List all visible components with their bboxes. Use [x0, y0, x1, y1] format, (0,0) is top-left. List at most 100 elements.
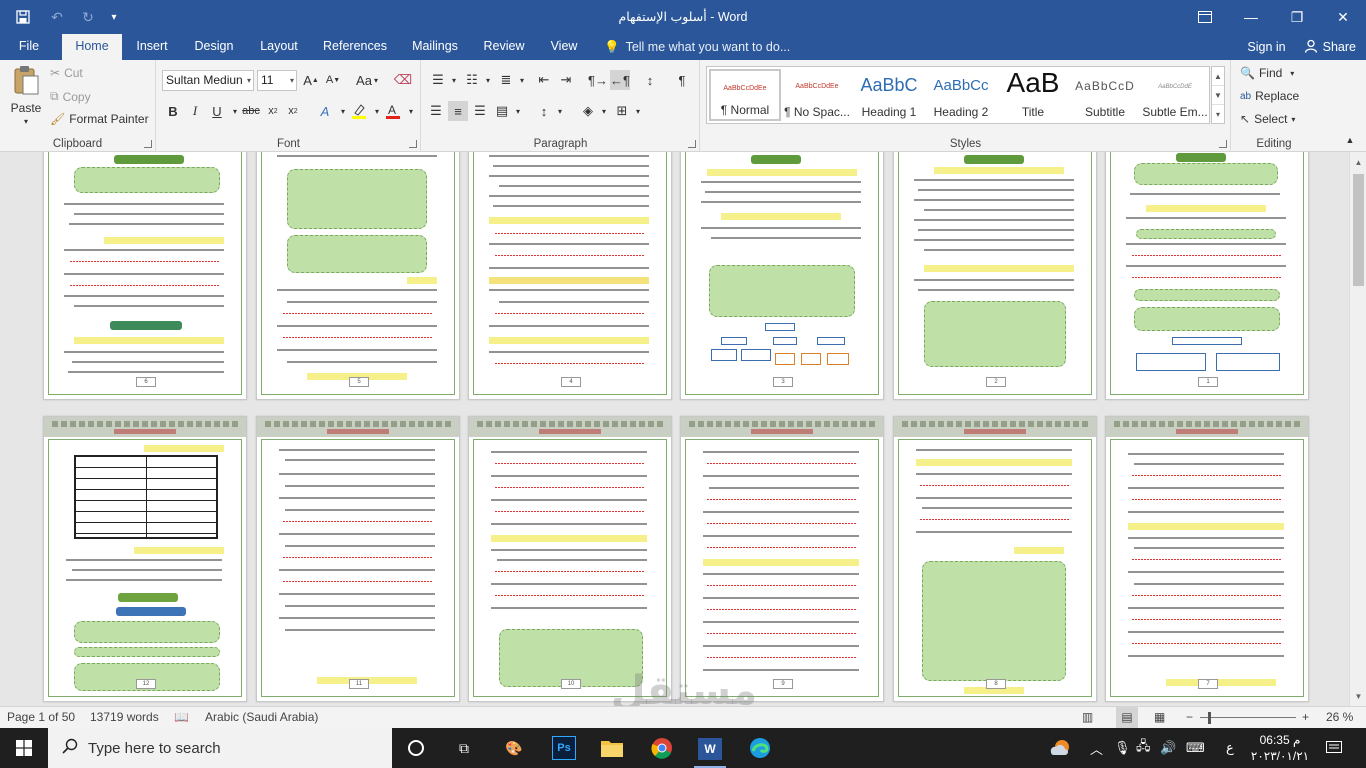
- restore-icon[interactable]: ❐: [1274, 0, 1320, 34]
- scroll-thumb[interactable]: [1353, 174, 1364, 286]
- tab-mailings[interactable]: Mailings: [404, 34, 466, 60]
- zoom-out-icon[interactable]: −: [1186, 707, 1193, 729]
- style-subtitle[interactable]: AaBbCcD Subtitle: [1069, 69, 1141, 121]
- page-thumbnail[interactable]: 7: [1105, 416, 1309, 702]
- tab-design[interactable]: Design: [188, 34, 240, 60]
- network-icon[interactable]: 🖧: [1136, 728, 1151, 768]
- replace-button[interactable]: ab Replace: [1240, 89, 1299, 103]
- clock[interactable]: 06:35 م ٢٠٢٣/٠١/٢١: [1246, 728, 1314, 768]
- line-spacing-dropdown-icon[interactable]: ▾: [550, 101, 570, 121]
- tab-file[interactable]: File: [8, 34, 50, 60]
- tell-me-box[interactable]: 💡 Tell me what you want to do...: [604, 34, 790, 60]
- page-thumbnail[interactable]: 1: [1105, 152, 1309, 400]
- tab-view[interactable]: View: [544, 34, 584, 60]
- volume-icon[interactable]: 🔊: [1160, 728, 1176, 768]
- styles-launcher-icon[interactable]: [1219, 140, 1227, 148]
- bold-icon[interactable]: B: [163, 101, 183, 121]
- page-thumbnail[interactable]: 12: [43, 416, 247, 702]
- weather-icon[interactable]: [1048, 728, 1072, 768]
- read-mode-icon[interactable]: ▥: [1082, 707, 1093, 729]
- collapse-ribbon-icon[interactable]: ▲: [1340, 130, 1360, 150]
- zoom-level[interactable]: 26 %: [1326, 707, 1353, 729]
- paint-app-icon[interactable]: 🎨: [498, 732, 530, 764]
- justify-dropdown-icon[interactable]: ▾: [508, 101, 528, 121]
- zoom-in-icon[interactable]: +: [1302, 707, 1309, 729]
- language-indicator[interactable]: Arabic (Saudi Arabia): [205, 707, 318, 729]
- change-case-button[interactable]: Aa ▾: [353, 70, 381, 90]
- scroll-down-icon[interactable]: ▼: [1350, 688, 1366, 704]
- font-launcher-icon[interactable]: [409, 140, 417, 148]
- share-button[interactable]: Share: [1304, 39, 1356, 56]
- page-thumbnail[interactable]: 6: [43, 152, 247, 400]
- zoom-slider-knob[interactable]: [1208, 712, 1211, 724]
- tab-home[interactable]: Home: [62, 34, 122, 60]
- tab-review[interactable]: Review: [478, 34, 530, 60]
- customize-qat-icon[interactable]: ▾: [104, 4, 124, 30]
- proofing-icon[interactable]: 📖: [174, 707, 189, 729]
- styles-scroll-down-icon[interactable]: ▼: [1212, 86, 1224, 105]
- style-heading-2[interactable]: AaBbCc Heading 2: [925, 69, 997, 121]
- font-color-icon[interactable]: A: [383, 101, 403, 121]
- font-size-combo[interactable]: 11 ▾: [257, 70, 297, 91]
- numbering-dropdown-icon[interactable]: ▾: [478, 70, 498, 90]
- style-no-spacing[interactable]: AaBbCcDdEe ¶ No Spac...: [781, 69, 853, 121]
- vertical-scrollbar[interactable]: ▲ ▼: [1349, 152, 1366, 706]
- page-thumbnail[interactable]: 2: [893, 152, 1097, 400]
- photoshop-app-icon[interactable]: Ps: [548, 732, 580, 764]
- cut-button[interactable]: ✂ Cut: [50, 66, 83, 80]
- multilevel-dropdown-icon[interactable]: ▾: [512, 70, 532, 90]
- cortana-icon[interactable]: [400, 732, 432, 764]
- task-view-icon[interactable]: ⧉: [448, 732, 480, 764]
- align-right-icon[interactable]: ☰: [470, 101, 490, 121]
- clipboard-launcher-icon[interactable]: [144, 140, 152, 148]
- subscript-icon[interactable]: x2: [263, 101, 283, 121]
- file-explorer-icon[interactable]: [596, 732, 628, 764]
- find-button[interactable]: 🔍 Find ▾: [1240, 66, 1294, 80]
- styles-more-icon[interactable]: ▾: [1212, 105, 1224, 124]
- word-count[interactable]: 13719 words: [90, 707, 159, 729]
- close-icon[interactable]: ✕: [1320, 0, 1366, 34]
- font-color-dropdown-icon[interactable]: ▾: [401, 101, 421, 121]
- undo-icon[interactable]: ↶: [42, 4, 72, 30]
- text-effects-icon[interactable]: A: [315, 101, 335, 121]
- sort-icon[interactable]: ↕: [640, 70, 660, 90]
- edge-app-icon[interactable]: [744, 732, 776, 764]
- meet-now-icon[interactable]: 🎙: [1114, 728, 1131, 768]
- style-normal[interactable]: AaBbCcDdEe ¶ Normal: [709, 69, 781, 121]
- page-thumbnail[interactable]: 10: [468, 416, 672, 702]
- underline-icon[interactable]: U: [207, 101, 227, 121]
- show-hidden-icons-icon[interactable]: ︿: [1090, 728, 1103, 768]
- sign-in-link[interactable]: Sign in: [1247, 40, 1285, 54]
- italic-icon[interactable]: I: [185, 101, 205, 121]
- align-left-icon[interactable]: ☰: [426, 101, 446, 121]
- document-area[interactable]: 6 5 4 3 2 1 12 11 10 9 8 7: [0, 152, 1349, 706]
- scroll-up-icon[interactable]: ▲: [1350, 154, 1366, 170]
- decrease-indent-icon[interactable]: ⇤: [534, 70, 554, 90]
- ltr-direction-icon[interactable]: ¶→: [588, 70, 608, 90]
- tab-references[interactable]: References: [318, 34, 392, 60]
- page-thumbnail[interactable]: 9: [680, 416, 884, 702]
- shrink-font-icon[interactable]: A ▼: [323, 70, 343, 90]
- input-language[interactable]: ع: [1226, 728, 1234, 768]
- page-thumbnail[interactable]: 8: [893, 416, 1097, 702]
- borders-dropdown-icon[interactable]: ▾: [628, 101, 648, 121]
- style-title[interactable]: AaB Title: [997, 67, 1069, 121]
- taskbar-search-box[interactable]: Type here to search: [48, 728, 392, 768]
- select-button[interactable]: ↖ Select ▾: [1240, 112, 1295, 126]
- align-center-icon[interactable]: ≡: [448, 101, 468, 121]
- bullets-dropdown-icon[interactable]: ▾: [444, 70, 464, 90]
- ribbon-display-options-icon[interactable]: [1182, 0, 1228, 34]
- paste-dropdown-icon[interactable]: ▾: [24, 117, 28, 126]
- redo-icon[interactable]: ↻: [76, 4, 100, 30]
- style-heading-1[interactable]: AaBbC Heading 1: [853, 69, 925, 121]
- font-name-combo[interactable]: Sultan Mediun ▾: [162, 70, 254, 91]
- style-subtle-emphasis[interactable]: AaBbCcDdE Subtle Em...: [1141, 69, 1209, 121]
- superscript-icon[interactable]: x2: [283, 101, 303, 121]
- shading-dropdown-icon[interactable]: ▾: [594, 101, 614, 121]
- rtl-direction-icon[interactable]: ←¶: [610, 70, 630, 90]
- page-thumbnail[interactable]: 4: [468, 152, 672, 400]
- grow-font-icon[interactable]: A ▲: [301, 70, 321, 90]
- page-count[interactable]: Page 1 of 50: [7, 707, 75, 729]
- paragraph-launcher-icon[interactable]: [688, 140, 696, 148]
- copy-button[interactable]: ⧉ Copy: [50, 89, 91, 104]
